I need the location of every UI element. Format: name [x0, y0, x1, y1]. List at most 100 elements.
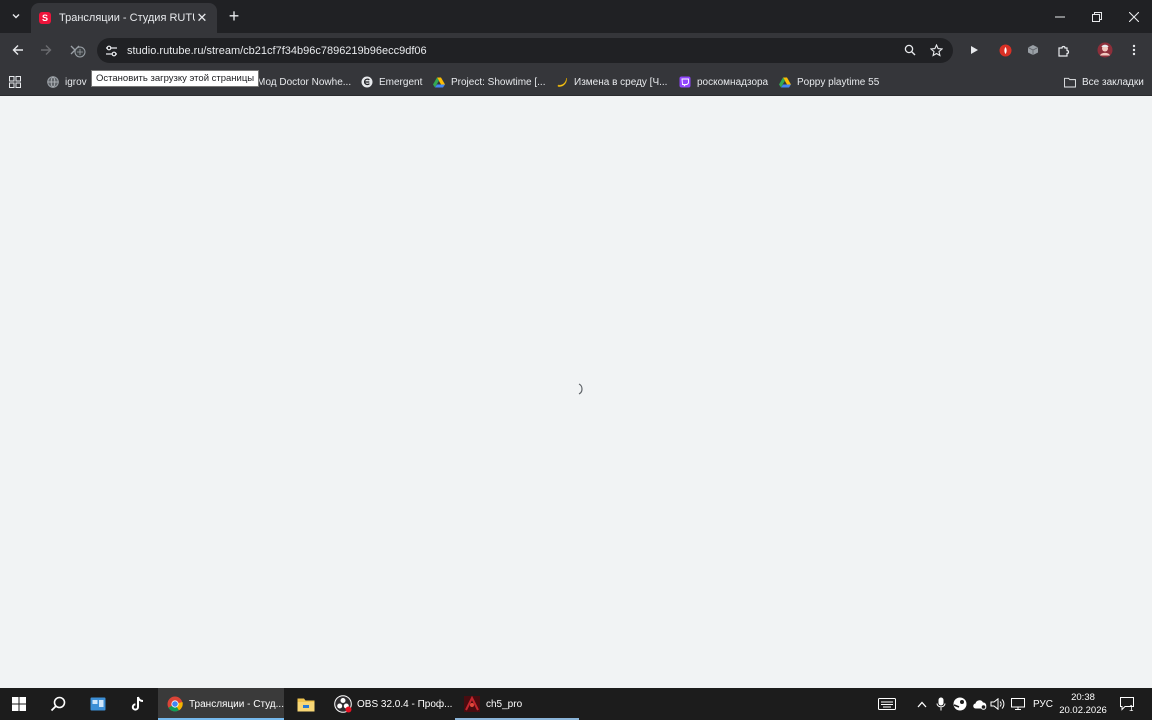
bookmark-item[interactable]: роскомнадзора — [679, 73, 768, 91]
drive-icon — [779, 76, 791, 88]
extensions-menu-button[interactable] — [1051, 38, 1075, 62]
all-bookmarks-button[interactable]: Все закладки — [1064, 73, 1144, 91]
address-bar[interactable]: studio.rutube.ru/stream/cb21cf7f34b96c78… — [97, 38, 953, 63]
apps-button[interactable] — [9, 73, 21, 91]
search-icon — [50, 696, 66, 712]
windows-logo-icon — [12, 697, 26, 711]
browser-menu-button[interactable] — [1122, 38, 1146, 62]
show-hidden-icons-button[interactable] — [913, 688, 931, 720]
clock-date: 20.02.2026 — [1059, 705, 1107, 716]
tab-title: Трансляции - Студия RUTUBE — [59, 12, 195, 24]
browser-tab-strip: S Трансляции - Студия RUTUBE ✕ + — [0, 0, 1152, 33]
forward-button[interactable] — [34, 38, 58, 62]
taskbar-app-label: Трансляции - Студ... — [189, 698, 284, 710]
taskbar-app-label: ch5_pro — [486, 698, 523, 710]
puzzle-icon — [1057, 45, 1069, 57]
page-content — [0, 96, 1152, 688]
taskbar-search-button[interactable] — [44, 688, 72, 720]
apps-grid-icon — [9, 76, 21, 88]
folder-icon — [297, 698, 315, 711]
play-icon — [971, 46, 978, 54]
microphone-tray-icon[interactable] — [932, 688, 950, 720]
taskbar-app-chrome[interactable]: Трансляции - Студ... — [158, 688, 284, 720]
notification-center-button[interactable]: 1 — [1114, 688, 1142, 720]
drive-icon — [433, 76, 445, 88]
bookmark-label: Emergent — [379, 76, 423, 88]
loading-spinner-icon — [578, 383, 583, 395]
app-icon — [463, 695, 481, 713]
taskbar-app-ch5[interactable]: ch5_pro — [455, 688, 579, 720]
chevron-up-icon — [917, 701, 927, 707]
avatar-icon — [1097, 42, 1113, 58]
stop-loading-button[interactable] — [63, 38, 87, 62]
bookmark-star-button[interactable] — [924, 38, 948, 62]
extension-play-button[interactable] — [962, 38, 986, 62]
taskbar-app-obs[interactable]: OBS 32.0.4 - Проф... — [326, 688, 452, 720]
stop-loading-tooltip: Остановить загрузку этой страницы — [91, 70, 260, 87]
chrome-icon — [166, 695, 184, 713]
speaker-icon — [990, 698, 1005, 710]
touch-keyboard-button[interactable] — [874, 688, 900, 720]
extension-red-icon — [999, 44, 1011, 56]
zoom-button[interactable] — [898, 38, 922, 62]
steam-tray-icon[interactable] — [951, 688, 969, 720]
restore-icon — [1092, 11, 1102, 22]
twitch-icon — [679, 76, 691, 88]
bookmark-item[interactable]: Мод Doctor Nowhe... — [257, 73, 351, 91]
task-view-button[interactable] — [84, 688, 112, 720]
profile-button[interactable] — [1093, 38, 1117, 62]
close-window-button[interactable] — [1116, 0, 1152, 33]
keyboard-icon — [878, 698, 896, 710]
bookmark-label: Project: Showtime [... — [451, 76, 546, 88]
network-tray-icon[interactable] — [970, 688, 988, 720]
windows-taskbar: Трансляции - Студ... OBS 32.0.4 - Проф..… — [0, 688, 1152, 720]
volume-tray-icon[interactable] — [989, 688, 1007, 720]
bookmark-item[interactable]: Project: Showtime [... — [433, 73, 545, 91]
globe-icon — [47, 76, 59, 88]
tab-search-button[interactable] — [4, 5, 28, 27]
arrow-left-icon — [12, 45, 23, 55]
chevron-down-icon — [12, 14, 20, 19]
language-indicator[interactable]: РУС — [1030, 688, 1056, 720]
star-icon — [929, 43, 943, 57]
tiktok-button[interactable] — [124, 688, 152, 720]
bookmark-label: igrov — [65, 76, 87, 88]
search-icon — [904, 44, 916, 56]
browser-tab[interactable]: S Трансляции - Студия RUTUBE ✕ — [31, 3, 217, 33]
bookmark-item[interactable]: Poppy playtime 55 — [779, 73, 879, 91]
minimize-icon — [1055, 16, 1065, 17]
tab-close-icon[interactable]: ✕ — [195, 10, 209, 26]
rutube-favicon-icon: S — [39, 12, 51, 24]
obs-icon — [334, 695, 352, 713]
restore-button[interactable] — [1079, 0, 1115, 33]
taskbar-app-label: OBS 32.0.4 - Проф... — [357, 698, 453, 710]
folder-icon — [1064, 76, 1076, 88]
start-button[interactable] — [6, 688, 32, 720]
bookmark-label: Poppy playtime 55 — [797, 76, 880, 88]
cube-icon — [1027, 45, 1039, 55]
extension-cube-button[interactable] — [1021, 38, 1045, 62]
bookmark-item[interactable]: Emergent — [361, 73, 422, 91]
site-settings-icon[interactable] — [99, 39, 123, 63]
bookmark-item[interactable]: igrov — [47, 73, 87, 91]
steam-icon — [953, 697, 967, 711]
display-tray-icon[interactable] — [1008, 688, 1028, 720]
clock-time: 20:38 — [1071, 692, 1095, 703]
cursor-icon — [74, 46, 86, 58]
taskbar-clock[interactable]: 20:38 20.02.2026 — [1058, 691, 1108, 717]
extension-red-button[interactable] — [993, 38, 1017, 62]
tiktok-icon — [131, 696, 144, 711]
file-explorer-button[interactable] — [292, 688, 320, 720]
minimize-button[interactable] — [1042, 0, 1078, 33]
new-tab-button[interactable]: + — [225, 7, 243, 25]
bookmark-label: Измена в среду [Ч... — [574, 76, 668, 88]
back-button[interactable] — [6, 38, 30, 62]
microphone-icon — [936, 697, 946, 711]
close-icon — [1129, 11, 1139, 22]
arrow-right-icon — [41, 45, 52, 55]
banana-icon — [556, 76, 568, 88]
bookmark-item[interactable]: Измена в среду [Ч... — [556, 73, 667, 91]
url-text: studio.rutube.ru/stream/cb21cf7f34b96c78… — [127, 44, 427, 57]
task-view-icon — [90, 697, 106, 711]
emergent-icon — [361, 76, 373, 88]
